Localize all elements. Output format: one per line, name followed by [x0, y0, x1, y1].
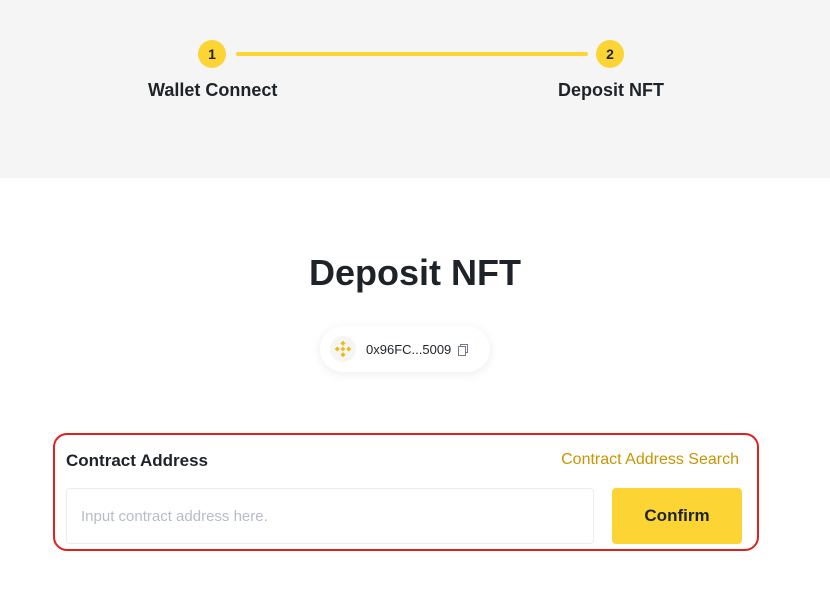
copy-icon[interactable] — [457, 343, 469, 356]
stepper-band — [0, 0, 830, 178]
stepper-progress-line — [236, 52, 588, 56]
step-1-label: Wallet Connect — [148, 80, 278, 100]
step-2-indicator: 2 — [596, 40, 624, 68]
contract-address-input[interactable] — [66, 488, 594, 544]
wallet-address-pill: 0x96FC...5009 — [320, 326, 490, 372]
contract-address-label: Contract Address — [66, 451, 209, 470]
page-title: Deposit NFT — [309, 252, 521, 293]
bnb-icon — [330, 336, 356, 362]
step-2-label: Deposit NFT — [558, 80, 664, 100]
contract-address-search-link[interactable]: Contract Address Search — [561, 451, 739, 469]
wallet-address: 0x96FC...5009 — [366, 341, 452, 357]
step-1-indicator: 1 — [198, 40, 226, 68]
confirm-button[interactable]: Confirm — [612, 488, 742, 544]
